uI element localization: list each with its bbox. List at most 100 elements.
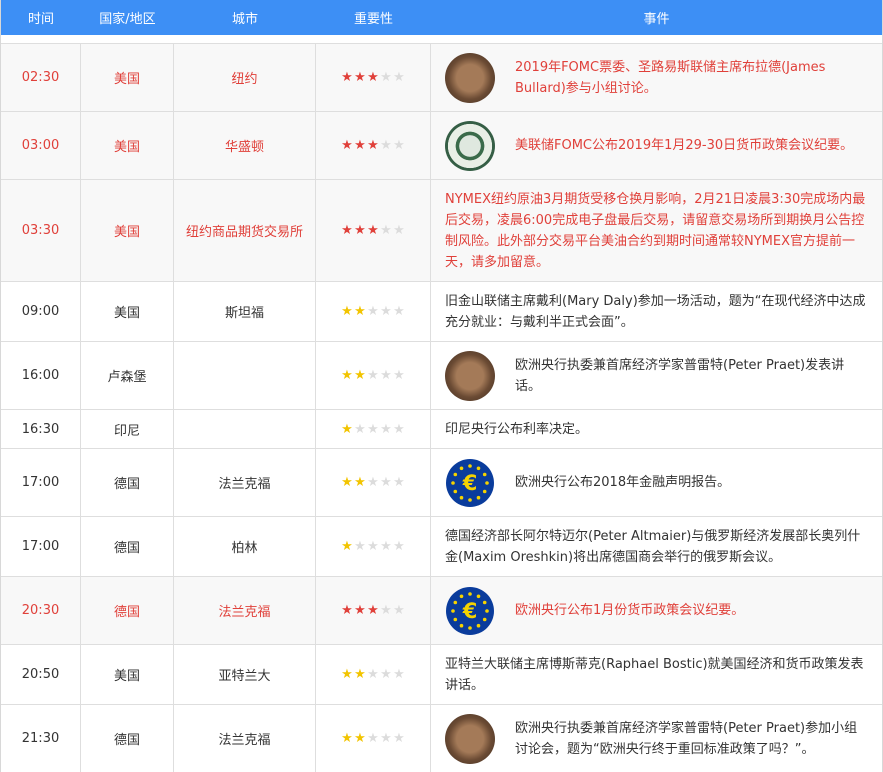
event-city: 法兰克福 [174,705,316,772]
star-empty-icon: ★ [367,667,379,682]
star-filled-icon: ★ [341,304,353,319]
star-empty-icon: ★ [380,603,392,618]
event-city: 纽约商品期货交易所 [174,180,316,281]
table-row: 20:30 德国 法兰克福 ★ ★ ★ ★ ★ € 欧洲央行公布1月份货币政策会议纪要。 [1,576,882,644]
star-empty-icon: ★ [393,223,405,238]
event-cell: € 欧洲央行公布1月份货币政策会议纪要。 [431,577,882,644]
event-cell: 旧金山联储主席戴利(Mary Daly)参加一场活动，题为“在现代经济中达成充分… [431,282,882,341]
table-row: 16:00 卢森堡 ★ ★ ★ ★ ★ 欧洲央行执委兼首席经济学家普雷特(Peter Prae… [1,341,882,409]
star-filled-icon: ★ [354,304,366,319]
importance-stars: ★ ★ ★ ★ ★ [316,449,431,516]
event-time: 16:00 [1,342,81,409]
svg-text:€: € [462,471,478,495]
event-time: 17:00 [1,449,81,516]
event-description: 欧洲央行公布1月份货币政策会议纪要。 [515,603,745,618]
importance-stars: ★ ★ ★ ★ ★ [316,180,431,281]
event-description: 美联储FOMC公布2019年1月29-30日货币政策会议纪要。 [515,138,854,153]
table-row: 17:00 德国 柏林 ★ ★ ★ ★ ★ 德国经济部长阿尔特迈尔(Peter Altmaier… [1,516,882,576]
star-empty-icon: ★ [380,304,392,319]
event-description: 印尼央行公布利率决定。 [445,421,589,437]
event-cell: 欧洲央行执委兼首席经济学家普雷特(Peter Praet)参加小组讨论会，题为“… [431,705,882,772]
event-city: 法兰克福 [174,577,316,644]
star-empty-icon: ★ [380,421,392,437]
event-cell: € 欧洲央行公布2018年金融声明报告。 [431,449,882,516]
svg-text:€: € [462,599,478,623]
event-country: 美国 [81,282,174,341]
event-time: 20:30 [1,577,81,644]
star-empty-icon: ★ [380,539,392,554]
person-photo-icon [445,713,495,764]
event-city [174,342,316,409]
event-description: 旧金山联储主席戴利(Mary Daly)参加一场活动，题为“在现代经济中达成充分… [445,293,866,330]
event-time: 03:00 [1,112,81,179]
importance-stars: ★ ★ ★ ★ ★ [316,645,431,704]
importance-stars: ★ ★ ★ ★ ★ [316,410,431,448]
star-empty-icon: ★ [393,475,405,490]
event-time: 21:30 [1,705,81,772]
event-country: 印尼 [81,410,174,448]
star-filled-icon: ★ [341,138,353,153]
star-empty-icon: ★ [367,475,379,490]
table-row: 03:00 美国 华盛顿 ★ ★ ★ ★ ★ 美联储FOMC公布2019年1月29-30日货币政… [1,111,882,179]
table-row: 09:00 美国 斯坦福 ★ ★ ★ ★ ★ 旧金山联储主席戴利(Mary Daly)参加一场活… [1,281,882,341]
event-time: 09:00 [1,282,81,341]
importance-stars: ★ ★ ★ ★ ★ [316,282,431,341]
star-filled-icon: ★ [341,731,353,746]
star-empty-icon: ★ [380,223,392,238]
event-country: 卢森堡 [81,342,174,409]
table-row: 16:30 印尼 ★ ★ ★ ★ ★ 印尼央行公布利率决定。 [1,409,882,448]
star-empty-icon: ★ [393,421,405,437]
importance-stars: ★ ★ ★ ★ ★ [316,342,431,409]
event-description: 欧洲央行执委兼首席经济学家普雷特(Peter Praet)发表讲话。 [515,357,845,394]
event-time: 17:00 [1,517,81,576]
event-time: 16:30 [1,410,81,448]
star-filled-icon: ★ [341,368,353,383]
star-empty-icon: ★ [393,138,405,153]
event-city: 亚特兰大 [174,645,316,704]
star-filled-icon: ★ [354,368,366,383]
star-empty-icon: ★ [380,138,392,153]
event-cell: 印尼央行公布利率决定。 [431,410,882,448]
importance-stars: ★ ★ ★ ★ ★ [316,44,431,111]
star-filled-icon: ★ [354,603,366,618]
event-country: 美国 [81,112,174,179]
event-description: 亚特兰大联储主席博斯蒂克(Raphael Bostic)就美国经济和货币政策发表… [445,656,864,693]
event-cell: 2019年FOMC票委、圣路易斯联储主席布拉德(James Bullard)参与… [431,44,882,111]
star-empty-icon: ★ [393,667,405,682]
event-city [174,410,316,448]
star-filled-icon: ★ [367,70,379,85]
star-filled-icon: ★ [354,667,366,682]
event-cell: NYMEX纽约原油3月期货受移仓换月影响，2月21日凌晨3:30完成场内最后交易… [431,180,882,281]
star-empty-icon: ★ [354,421,366,437]
person-photo-icon [445,350,495,401]
euro-logo-icon: € [445,458,495,508]
event-description: 欧洲央行执委兼首席经济学家普雷特(Peter Praet)参加小组讨论会，题为“… [515,720,858,757]
importance-stars: ★ ★ ★ ★ ★ [316,517,431,576]
event-time: 02:30 [1,44,81,111]
event-country: 美国 [81,180,174,281]
header-importance: 重要性 [353,12,393,27]
federal-reserve-seal-icon [445,120,495,171]
table-row: 21:30 德国 法兰克福 ★ ★ ★ ★ ★ 欧洲央行执委兼首席经济学家普雷特(Peter P… [1,704,882,772]
event-city: 纽约 [174,44,316,111]
star-filled-icon: ★ [341,667,353,682]
event-cell: 德国经济部长阿尔特迈尔(Peter Altmaier)与俄罗斯经济发展部长奥列什… [431,517,882,576]
event-cell: 欧洲央行执委兼首席经济学家普雷特(Peter Praet)发表讲话。 [431,342,882,409]
star-filled-icon: ★ [367,603,379,618]
event-description: 2019年FOMC票委、圣路易斯联储主席布拉德(James Bullard)参与… [515,59,826,96]
event-time: 03:30 [1,180,81,281]
event-city: 法兰克福 [174,449,316,516]
event-description: 欧洲央行公布2018年金融声明报告。 [515,475,731,490]
header-event: 事件 [643,12,670,27]
table-row: 20:50 美国 亚特兰大 ★ ★ ★ ★ ★ 亚特兰大联储主席博斯蒂克(Raphael Bos… [1,644,882,704]
table-header: 时间 国家/地区 城市 重要性 事件 [1,0,882,43]
star-empty-icon: ★ [367,731,379,746]
event-country: 德国 [81,705,174,772]
importance-stars: ★ ★ ★ ★ ★ [316,577,431,644]
event-cell: 亚特兰大联储主席博斯蒂克(Raphael Bostic)就美国经济和货币政策发表… [431,645,882,704]
star-empty-icon: ★ [380,731,392,746]
table-row: 03:30 美国 纽约商品期货交易所 ★ ★ ★ ★ ★ NYMEX纽约原油3月期货受移仓换月影… [1,179,882,281]
event-description: 德国经济部长阿尔特迈尔(Peter Altmaier)与俄罗斯经济发展部长奥列什… [445,528,861,565]
star-filled-icon: ★ [354,138,366,153]
star-empty-icon: ★ [354,539,366,554]
